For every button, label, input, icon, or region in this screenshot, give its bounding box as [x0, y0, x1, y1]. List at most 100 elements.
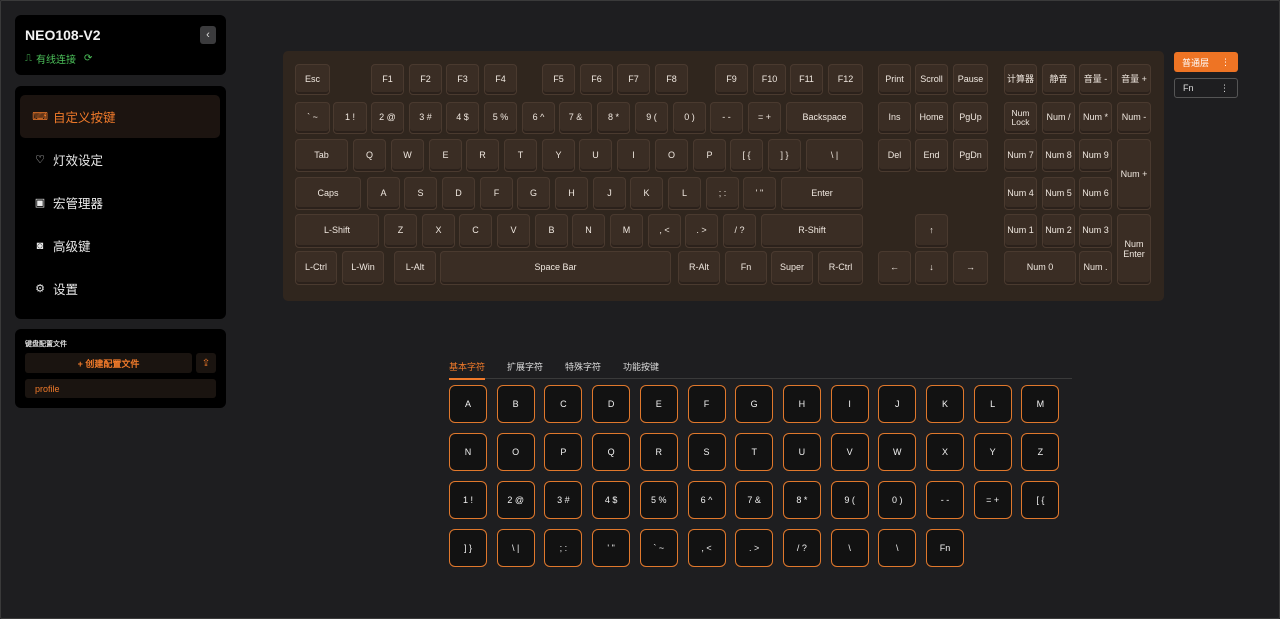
character-key[interactable]: \ [830, 529, 869, 567]
character-key[interactable]: ' " [592, 529, 631, 567]
character-key[interactable]: P [544, 433, 583, 471]
keyboard-key[interactable]: R-Shift [761, 214, 863, 248]
keyboard-key[interactable]: F7 [617, 64, 650, 95]
character-key[interactable]: [ { [1021, 481, 1060, 519]
keyboard-key[interactable]: Esc [295, 64, 330, 95]
more-icon[interactable]: ⋮ [1221, 57, 1230, 68]
keyboard-key[interactable]: Num 4 [1004, 177, 1037, 210]
keyboard-key[interactable]: PgUp [953, 102, 988, 134]
keyboard-key[interactable]: 音量 + [1117, 64, 1151, 95]
character-key[interactable]: / ? [782, 529, 821, 567]
keyboard-key[interactable]: Num * [1079, 102, 1112, 134]
keyboard-key[interactable]: ] } [768, 139, 801, 172]
keyboard-key[interactable]: F10 [753, 64, 786, 95]
character-key[interactable]: D [592, 385, 631, 423]
keyboard-key[interactable]: F6 [580, 64, 613, 95]
character-key[interactable]: I [830, 385, 869, 423]
keyboard-key[interactable]: Space Bar [440, 251, 671, 285]
collapse-sidebar-button[interactable]: ‹ [200, 26, 216, 44]
character-key[interactable]: C [544, 385, 583, 423]
keyboard-key[interactable]: . > [685, 214, 718, 248]
tab[interactable]: 基本字符 [449, 359, 486, 380]
keyboard-key[interactable]: Backspace [786, 102, 863, 134]
keyboard-key[interactable]: 4 $ [446, 102, 479, 134]
character-key[interactable]: Fn [926, 529, 964, 567]
keyboard-key[interactable]: W [391, 139, 424, 172]
character-key[interactable]: 2 @ [496, 481, 535, 519]
character-key[interactable]: . > [735, 529, 774, 567]
keyboard-key[interactable]: F12 [828, 64, 863, 95]
layer-normal-button[interactable]: 普通层 ⋮ [1174, 52, 1238, 72]
keyboard-key[interactable]: H [555, 177, 588, 210]
keyboard-key[interactable]: F8 [655, 64, 688, 95]
keyboard-key[interactable]: Num 7 [1004, 139, 1037, 172]
character-key[interactable]: ; : [544, 529, 583, 567]
keyboard-key[interactable]: - - [710, 102, 743, 134]
character-key[interactable]: = + [973, 481, 1012, 519]
character-key[interactable]: \ [878, 529, 917, 567]
keyboard-key[interactable]: F [480, 177, 513, 210]
character-key[interactable]: N [449, 433, 487, 471]
keyboard-key[interactable]: Q [353, 139, 386, 172]
keyboard-key[interactable]: ; : [706, 177, 739, 210]
sidebar-item[interactable]: ⌨ 自定义按键 [20, 95, 220, 138]
character-key[interactable]: 5 % [639, 481, 678, 519]
keyboard-key[interactable]: Num 6 [1079, 177, 1112, 210]
tab[interactable]: 功能按键 [623, 359, 659, 379]
keyboard-key[interactable]: K [630, 177, 663, 210]
character-key[interactable]: M [1021, 385, 1060, 423]
keyboard-key[interactable]: End [915, 139, 948, 172]
keyboard-key[interactable]: Num Enter [1117, 214, 1151, 285]
keyboard-key[interactable]: G [517, 177, 550, 210]
tab[interactable]: 特殊字符 [565, 359, 601, 379]
keyboard-key[interactable]: R [466, 139, 499, 172]
keyboard-key[interactable]: Num 8 [1042, 139, 1075, 172]
keyboard-key[interactable]: Super [771, 251, 813, 285]
keyboard-key[interactable]: 计算器 [1004, 64, 1037, 95]
character-key[interactable]: Q [592, 433, 631, 471]
character-key[interactable]: - - [926, 481, 964, 519]
keyboard-key[interactable]: S [404, 177, 437, 210]
layer-fn-button[interactable]: Fn ⋮ [1174, 78, 1238, 98]
keyboard-key[interactable]: F3 [446, 64, 479, 95]
keyboard-key[interactable]: = + [748, 102, 781, 134]
keyboard-key[interactable]: Caps [295, 177, 361, 210]
keyboard-key[interactable]: 8 * [597, 102, 630, 134]
keyboard-key[interactable]: 0 ) [673, 102, 706, 134]
keyboard-key[interactable]: F11 [790, 64, 823, 95]
character-key[interactable]: 7 & [735, 481, 774, 519]
keyboard-key[interactable]: L-Win [342, 251, 384, 285]
sidebar-item[interactable]: ♡ 灯效设定 [20, 138, 220, 181]
sidebar-item[interactable]: ⚙ 设置 [20, 267, 220, 310]
keyboard-key[interactable]: Num 9 [1079, 139, 1112, 172]
keyboard-key[interactable]: 7 & [559, 102, 592, 134]
keyboard-key[interactable]: 音量 - [1079, 64, 1112, 95]
keyboard-key[interactable]: Num 5 [1042, 177, 1075, 210]
character-key[interactable]: 8 * [782, 481, 821, 519]
character-key[interactable]: L [973, 385, 1012, 423]
keyboard-key[interactable]: 1 ! [333, 102, 367, 134]
keyboard-key[interactable]: C [459, 214, 492, 248]
keyboard-key[interactable]: 静音 [1042, 64, 1075, 95]
keyboard-key[interactable]: Home [915, 102, 948, 134]
keyboard-key[interactable]: Del [878, 139, 911, 172]
character-key[interactable]: 0 ) [878, 481, 917, 519]
keyboard-key[interactable]: B [535, 214, 568, 248]
character-key[interactable]: B [496, 385, 535, 423]
keyboard-key[interactable]: Ins [878, 102, 911, 134]
keyboard-key[interactable]: Num 2 [1042, 214, 1075, 248]
keyboard-key[interactable]: I [617, 139, 650, 172]
character-key[interactable]: 6 ^ [687, 481, 726, 519]
character-key[interactable]: F [687, 385, 726, 423]
more-icon[interactable]: ⋮ [1220, 83, 1229, 94]
keyboard-key[interactable]: Enter [781, 177, 863, 210]
keyboard-key[interactable]: ` ~ [295, 102, 330, 134]
character-key[interactable]: E [639, 385, 678, 423]
keyboard-key[interactable]: 5 % [484, 102, 517, 134]
keyboard-key[interactable]: D [442, 177, 475, 210]
keyboard-key[interactable]: Num 3 [1079, 214, 1112, 248]
character-key[interactable]: V [830, 433, 869, 471]
character-key[interactable]: 3 # [544, 481, 583, 519]
keyboard-key[interactable]: Tab [295, 139, 348, 172]
keyboard-key[interactable]: L-Ctrl [295, 251, 337, 285]
